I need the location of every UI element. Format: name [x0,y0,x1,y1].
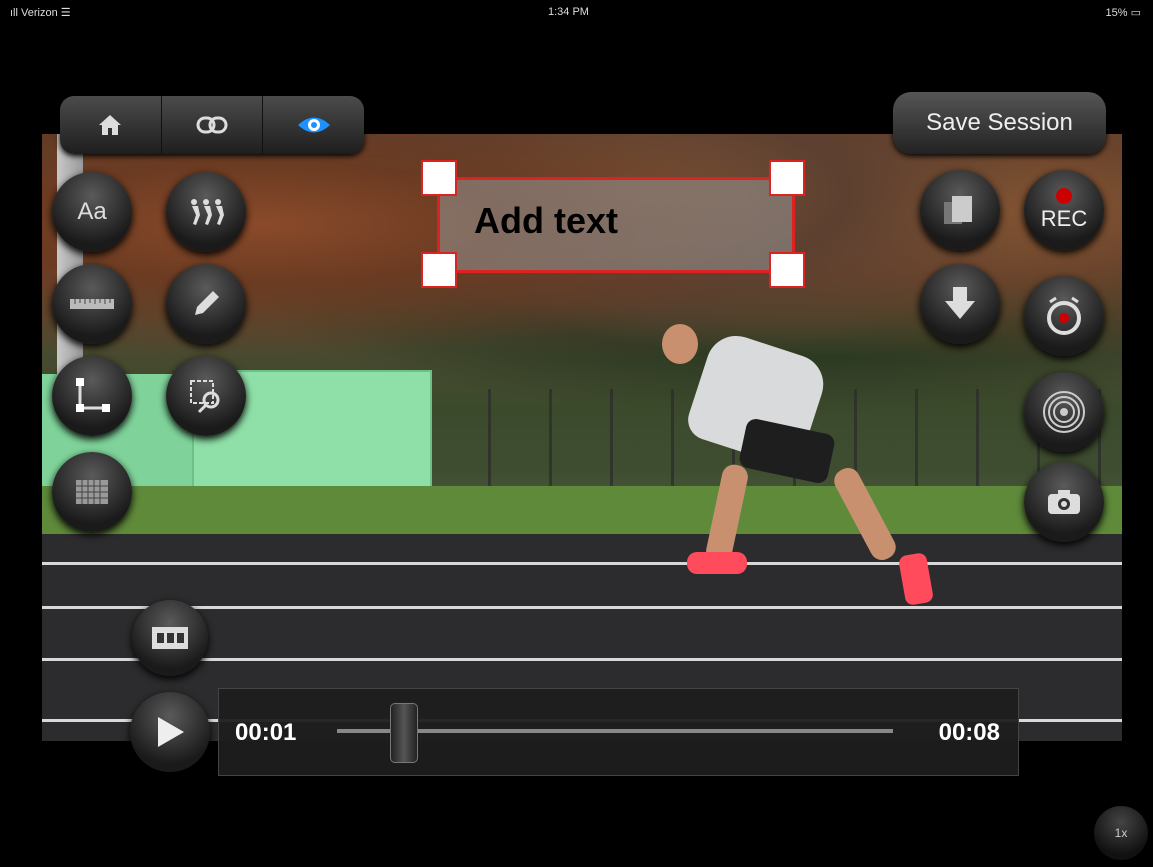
scrubber-track[interactable] [337,729,893,733]
play-icon [158,717,184,747]
pencil-button[interactable] [166,264,246,344]
play-button[interactable] [130,692,210,772]
current-time: 00:01 [235,719,297,746]
ruler-button[interactable] [52,264,132,344]
tab-home[interactable] [60,96,162,154]
timer-button[interactable] [1024,276,1104,356]
record-dot-icon [1056,188,1072,204]
grid-button[interactable] [52,452,132,532]
lane-line [42,606,1122,609]
playback-speed-button[interactable]: 1x [1094,806,1148,860]
download-icon [945,287,975,319]
link-icon [196,116,228,134]
annotation-text: Add text [474,200,618,241]
record-label: REC [1040,206,1088,231]
zoom-region-icon [190,380,220,414]
resize-handle-top-right[interactable] [769,160,805,196]
target-icon [1043,391,1085,433]
tab-link[interactable] [162,96,264,154]
video-pole [57,134,83,384]
lane-line [42,658,1122,661]
camera-button[interactable] [1024,462,1104,542]
ruler-icon [70,299,114,309]
lane-line [42,562,1122,565]
filmstrip-button[interactable] [132,600,208,676]
resize-handle-bottom-left[interactable] [421,252,457,288]
resize-handle-top-left[interactable] [421,160,457,196]
tab-view[interactable] [263,96,364,154]
scrubber-thumb[interactable] [389,703,418,763]
carrier-label: ıll Verizon ☰ [10,7,71,19]
status-bar: ıll Verizon ☰ 1:34 PM 15% ▭ [0,0,1153,24]
video-grass [42,486,1122,536]
text-style-icon: Aa [77,198,107,225]
layers-button[interactable] [920,170,1000,250]
runner-shoe [687,552,747,574]
runners-button[interactable] [166,172,246,252]
runner-head [662,324,698,364]
angle-button[interactable] [52,356,132,436]
end-time: 00:08 [938,719,1000,746]
pencil-icon [195,291,219,315]
clock: 1:34 PM [548,6,589,18]
home-icon [99,115,122,135]
eye-icon [297,117,330,133]
grid-icon [76,480,108,504]
mode-tabs [60,96,364,154]
playback-bar: 00:01 00:08 [218,688,1019,776]
text-style-button[interactable]: Aa [52,172,132,252]
save-session-button[interactable]: Save Session [893,92,1106,154]
runners-icon [191,199,224,225]
layers-icon [944,196,972,224]
record-button[interactable]: REC [1024,170,1104,250]
download-button[interactable] [920,264,1000,344]
text-annotation[interactable]: Add text [437,177,795,273]
angle-icon [76,378,110,412]
filmstrip-icon [152,627,188,649]
camera-icon [1048,490,1080,514]
battery-indicator: 15% ▭ [1105,7,1141,19]
zoom-region-button[interactable] [166,356,246,436]
resize-handle-bottom-right[interactable] [769,252,805,288]
timer-icon [1047,296,1081,335]
target-button[interactable] [1024,372,1104,452]
